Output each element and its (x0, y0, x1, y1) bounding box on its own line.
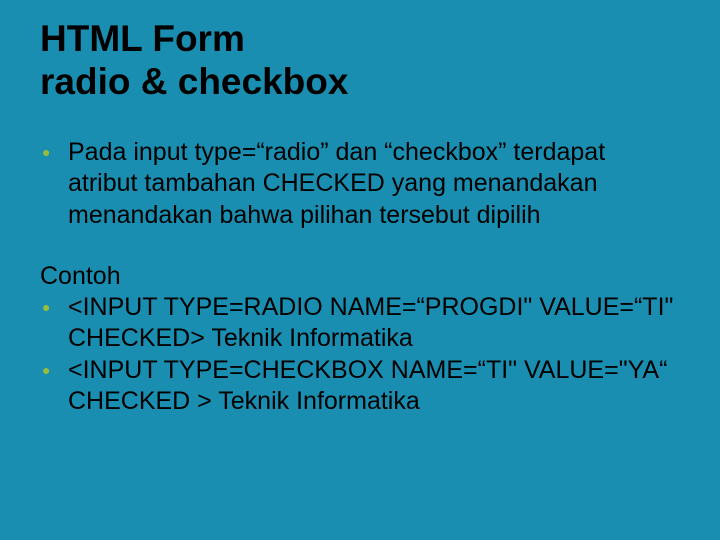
example-item-2: <INPUT TYPE=CHECKBOX NAME=“TI" VALUE="YA… (68, 355, 680, 418)
example-block: Contoh ● <INPUT TYPE=RADIO NAME=“PROGDI"… (40, 261, 680, 417)
bullet-icon: ● (40, 355, 68, 385)
paragraph-block: ● Pada input type=“radio” dan “checkbox”… (40, 137, 680, 231)
title-line-1: HTML Form (40, 18, 245, 59)
bullet-icon: ● (40, 292, 68, 322)
paragraph-text: Pada input type=“radio” dan “checkbox” t… (68, 137, 680, 231)
bullet-icon: ● (40, 137, 68, 167)
contoh-label: Contoh (40, 261, 121, 292)
title-line-2: radio & checkbox (40, 61, 348, 102)
slide-title: HTML Form radio & checkbox (40, 18, 680, 103)
example-item-1: <INPUT TYPE=RADIO NAME=“PROGDI" VALUE=“T… (68, 292, 680, 355)
